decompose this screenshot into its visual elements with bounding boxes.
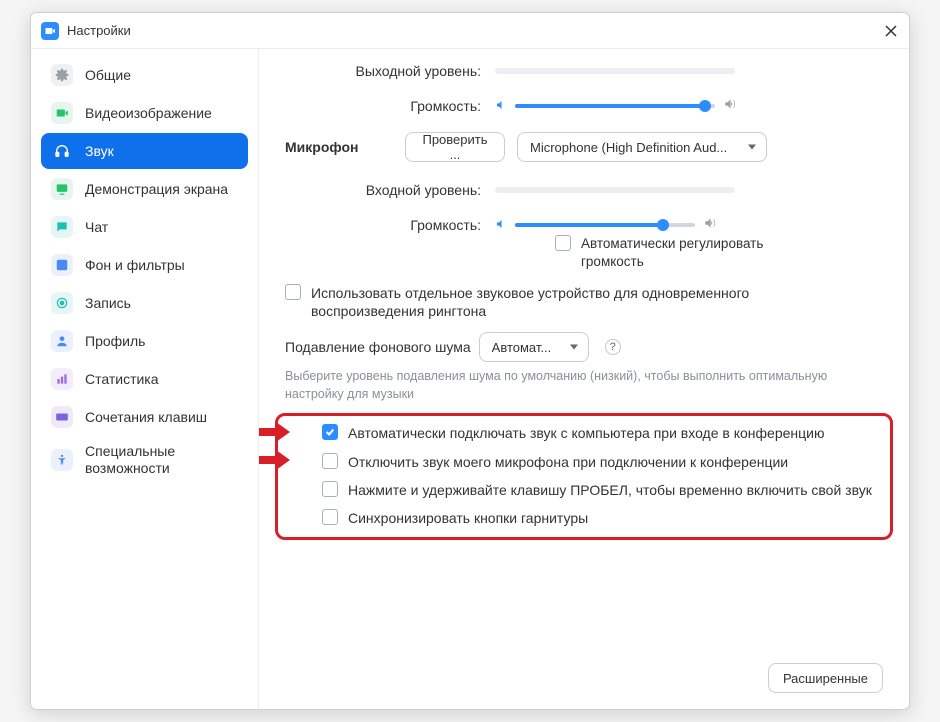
highlighted-options-box: Автоматически подключать звук с компьюте… — [275, 413, 893, 540]
separate-ringtone-label: Использовать отдельное звуковое устройст… — [311, 284, 771, 320]
volume-low-icon — [495, 217, 507, 233]
sidebar-item-chat[interactable]: Чат — [41, 209, 248, 245]
sidebar: Общие Видеоизображение Звук Демонстрация… — [31, 49, 259, 709]
volume-label-2: Громкость: — [285, 217, 495, 233]
sidebar-item-label: Общие — [85, 67, 131, 83]
mute-mic-on-join-label: Отключить звук моего микрофона при подкл… — [348, 453, 788, 471]
microphone-heading: Микрофон — [285, 139, 405, 155]
keyboard-icon — [51, 406, 73, 428]
sidebar-item-label: Статистика — [85, 371, 159, 387]
sidebar-item-shortcuts[interactable]: Сочетания клавиш — [41, 399, 248, 435]
sync-headset-label: Синхронизировать кнопки гарнитуры — [348, 509, 588, 527]
titlebar: Настройки — [31, 13, 909, 49]
gear-icon — [51, 64, 73, 86]
test-mic-button[interactable]: Проверить ... — [405, 132, 505, 162]
microphone-section-row: Микрофон Проверить ... Microphone (High … — [285, 132, 883, 162]
volume-low-icon — [495, 98, 507, 114]
output-level-row: Выходной уровень: — [285, 63, 883, 79]
input-level-row: Входной уровень: — [285, 182, 883, 198]
noise-suppression-hint: Выберите уровень подавления шума по умол… — [285, 368, 883, 403]
headphones-icon — [51, 140, 73, 162]
window-title: Настройки — [67, 23, 131, 38]
volume-high-icon — [723, 97, 737, 114]
mic-device-select[interactable]: Microphone (High Definition Aud... — [517, 132, 767, 162]
auto-join-audio-row: Автоматически подключать звук с компьюте… — [322, 424, 878, 442]
background-icon — [51, 254, 73, 276]
sidebar-item-background[interactable]: Фон и фильтры — [41, 247, 248, 283]
sidebar-item-label: Демонстрация экрана — [85, 181, 228, 197]
sidebar-item-accessibility[interactable]: Специальные возможности — [41, 437, 248, 483]
sidebar-item-label: Видеоизображение — [85, 105, 212, 121]
help-icon[interactable]: ? — [605, 339, 621, 355]
share-screen-icon — [51, 178, 73, 200]
input-level-meter — [495, 187, 735, 193]
stats-icon — [51, 368, 73, 390]
noise-suppression-select[interactable]: Автомат... — [479, 332, 589, 362]
sidebar-item-label: Звук — [85, 143, 114, 159]
noise-suppression-label: Подавление фонового шума — [285, 339, 471, 355]
sidebar-item-label: Фон и фильтры — [85, 257, 185, 273]
input-level-label: Входной уровень: — [285, 182, 495, 198]
chat-icon — [51, 216, 73, 238]
auto-adjust-row: Автоматически регулировать громкость — [555, 235, 883, 270]
sidebar-item-audio[interactable]: Звук — [41, 133, 248, 169]
speaker-volume-slider[interactable] — [515, 104, 715, 108]
annotation-arrow — [259, 450, 294, 470]
push-to-talk-checkbox[interactable] — [322, 481, 338, 497]
auto-adjust-checkbox[interactable] — [555, 235, 571, 251]
accessibility-icon — [51, 449, 73, 471]
video-icon — [51, 102, 73, 124]
output-level-meter — [495, 68, 735, 74]
close-button[interactable] — [883, 23, 899, 39]
window-body: Общие Видеоизображение Звук Демонстрация… — [31, 49, 909, 709]
auto-join-audio-label: Автоматически подключать звук с компьюте… — [348, 424, 824, 442]
sidebar-item-video[interactable]: Видеоизображение — [41, 95, 248, 131]
sidebar-item-label: Сочетания клавиш — [85, 409, 207, 425]
push-to-talk-row: Нажмите и удерживайте клавишу ПРОБЕЛ, чт… — [322, 481, 878, 499]
volume-label: Громкость: — [285, 98, 495, 114]
sync-headset-row: Синхронизировать кнопки гарнитуры — [322, 509, 878, 527]
mute-mic-on-join-row: Отключить звук моего микрофона при подкл… — [322, 453, 878, 471]
profile-icon — [51, 330, 73, 352]
auto-join-audio-checkbox[interactable] — [322, 424, 338, 440]
auto-adjust-label: Автоматически регулировать громкость — [581, 235, 801, 270]
mic-volume-row: Громкость: — [285, 216, 883, 233]
sidebar-item-statistics[interactable]: Статистика — [41, 361, 248, 397]
speaker-volume-row: Громкость: — [285, 97, 883, 114]
app-icon — [41, 22, 59, 40]
sidebar-item-share[interactable]: Демонстрация экрана — [41, 171, 248, 207]
sidebar-item-label: Запись — [85, 295, 131, 311]
push-to-talk-label: Нажмите и удерживайте клавишу ПРОБЕЛ, чт… — [348, 481, 872, 499]
sync-headset-checkbox[interactable] — [322, 509, 338, 525]
advanced-button[interactable]: Расширенные — [768, 663, 883, 693]
sidebar-item-profile[interactable]: Профиль — [41, 323, 248, 359]
sidebar-item-label: Профиль — [85, 333, 145, 349]
sidebar-item-recording[interactable]: Запись — [41, 285, 248, 321]
settings-window: Настройки Общие Видеоизображение Звук Де… — [30, 12, 910, 710]
sidebar-item-label: Чат — [85, 219, 108, 235]
separate-ringtone-checkbox[interactable] — [285, 284, 301, 300]
content-pane: Выходной уровень: Громкость: — [259, 49, 909, 709]
volume-high-icon — [703, 216, 717, 233]
output-level-label: Выходной уровень: — [285, 63, 495, 79]
mute-mic-on-join-checkbox[interactable] — [322, 453, 338, 469]
annotation-arrow — [259, 422, 294, 442]
sidebar-item-general[interactable]: Общие — [41, 57, 248, 93]
separate-ringtone-row: Использовать отдельное звуковое устройст… — [285, 284, 883, 320]
record-icon — [51, 292, 73, 314]
mic-volume-slider[interactable] — [515, 223, 695, 227]
sidebar-item-label: Специальные возможности — [85, 443, 238, 477]
noise-suppression-row: Подавление фонового шума Автомат... ? — [285, 332, 883, 362]
